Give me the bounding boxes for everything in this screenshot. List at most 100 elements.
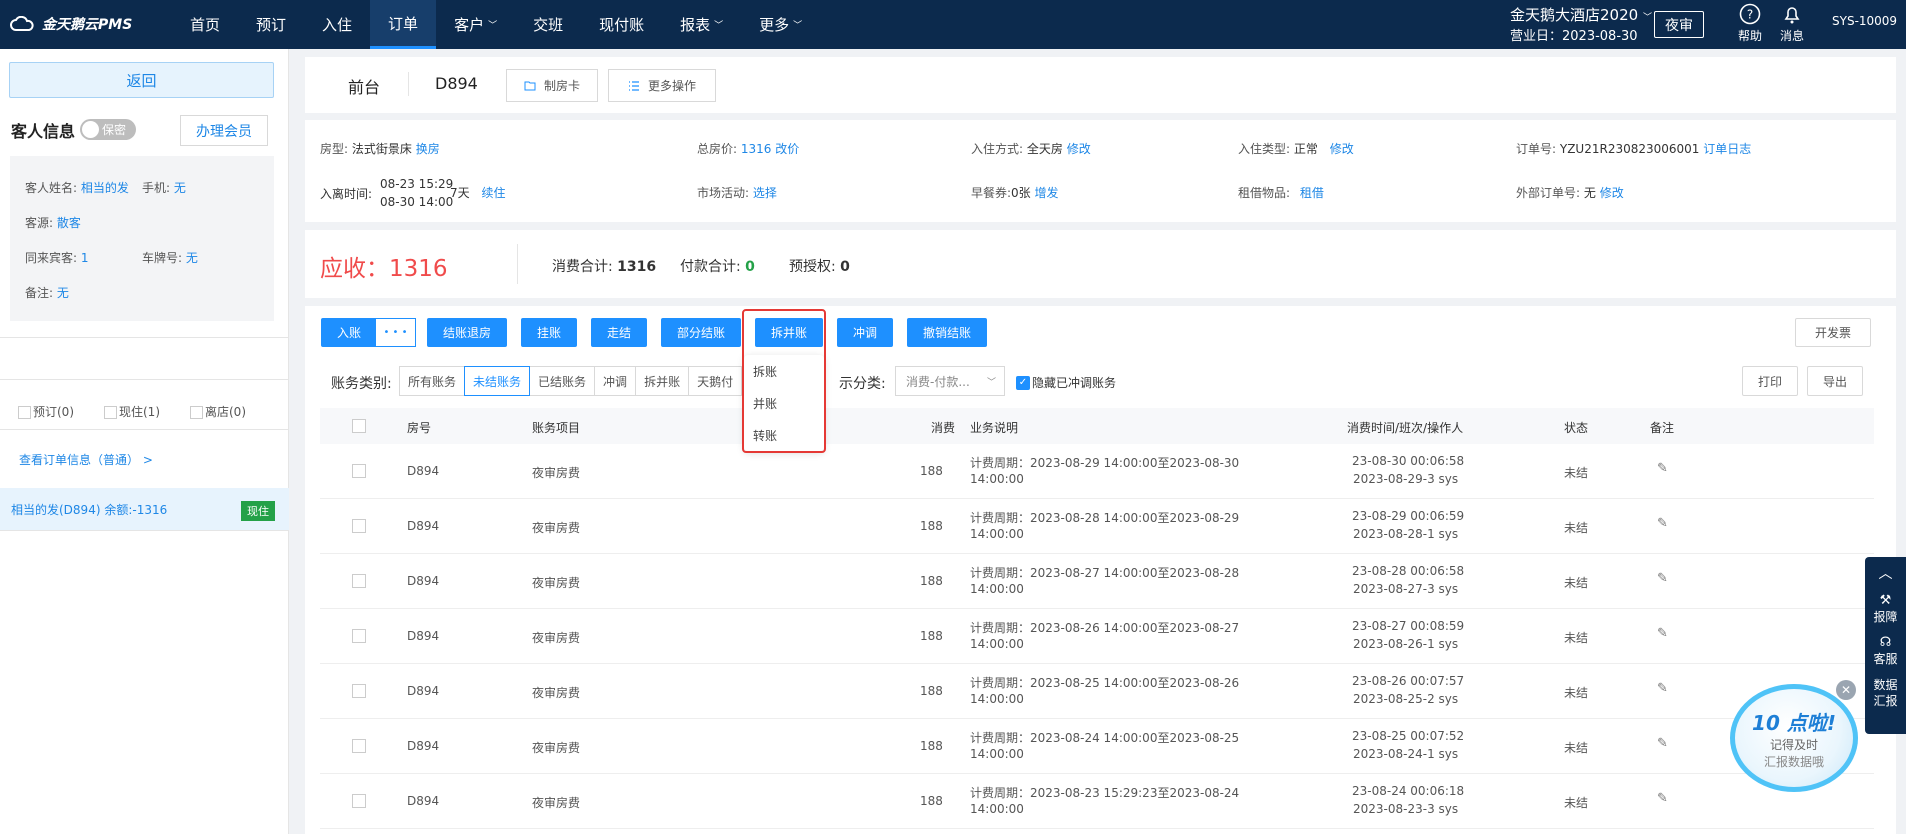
- change-price-link[interactable]: 改价: [775, 142, 799, 156]
- row-checkbox[interactable]: [352, 739, 366, 753]
- market-select-link[interactable]: 选择: [753, 186, 777, 200]
- nav-item[interactable]: 更多 ﹀: [741, 0, 820, 49]
- row-checkbox[interactable]: [352, 794, 366, 808]
- phone-value[interactable]: 无: [174, 181, 186, 195]
- edit-icon[interactable]: ✎: [1657, 681, 1668, 696]
- nav-item[interactable]: 客户 ﹀: [436, 0, 515, 49]
- checkbox-checked-icon[interactable]: ✓: [1016, 375, 1030, 390]
- row-checkbox[interactable]: [352, 519, 366, 533]
- filter-departed[interactable]: 离店(0): [190, 403, 246, 420]
- source-value[interactable]: 散客: [57, 216, 81, 230]
- category-tab[interactable]: 已结账务: [529, 366, 596, 396]
- invoice-button[interactable]: 开发票: [1795, 318, 1871, 347]
- table-row[interactable]: D894 夜审房费 188 计费周期：2023-08-23 15:29:23至2023…: [320, 774, 1874, 829]
- edit-icon[interactable]: ✎: [1657, 736, 1668, 751]
- category-tab[interactable]: 冲调: [594, 366, 637, 396]
- category-tab[interactable]: 所有账务: [399, 366, 466, 396]
- partial-checkout-button[interactable]: 部分结账: [661, 318, 741, 347]
- nav-item[interactable]: 报表 ﹀: [662, 0, 741, 49]
- nav-item[interactable]: 入住: [304, 0, 370, 49]
- split-merge-button[interactable]: 拆并账: [755, 318, 823, 347]
- breakfast-add-link[interactable]: 增发: [1035, 186, 1059, 200]
- data-report-button[interactable]: 数据 汇报: [1873, 677, 1897, 709]
- guest-name[interactable]: 相当的发: [81, 181, 129, 195]
- cancel-checkout-button[interactable]: 撤销结账: [907, 318, 987, 347]
- companions-value[interactable]: 1: [81, 251, 89, 265]
- row-checkbox[interactable]: [352, 629, 366, 643]
- category-tab[interactable]: 未结账务: [464, 366, 531, 396]
- more-ops-button[interactable]: 更多操作: [608, 69, 716, 102]
- hide-reversed-option[interactable]: ✓ 隐藏已冲调账务: [1016, 374, 1116, 391]
- table-row[interactable]: D894 夜审房费 188 计费周期：2023-08-25 14:00:00至2023…: [320, 664, 1874, 719]
- checkbox[interactable]: [104, 406, 117, 419]
- table-row[interactable]: D894 夜审房费 188 计费周期：2023-08-29 14:00:00至2023…: [320, 444, 1874, 499]
- hotel-selector[interactable]: 金天鹅大酒店2020 ﹀: [1510, 4, 1652, 25]
- report-button[interactable]: ⚒ 报障: [1873, 593, 1897, 625]
- nav-item[interactable]: 预订: [238, 0, 304, 49]
- secret-toggle[interactable]: 保密: [80, 119, 136, 140]
- leave-button[interactable]: 走结: [591, 318, 647, 347]
- table-row[interactable]: D894 夜审房费 188 计费周期：2023-08-28 14:00:00至2023…: [320, 499, 1874, 554]
- night-audit-button[interactable]: 夜审: [1654, 11, 1704, 38]
- rental-link[interactable]: 租借: [1300, 186, 1324, 200]
- app-logo[interactable]: 金天鹅云PMS: [10, 12, 132, 36]
- menu-item-transfer[interactable]: 转账: [744, 419, 824, 451]
- service-button[interactable]: ☊ 客服: [1873, 635, 1897, 667]
- view-order-link[interactable]: 查看订单信息（普通） >: [19, 451, 153, 468]
- edit-icon[interactable]: ✎: [1657, 626, 1668, 641]
- member-button[interactable]: 办理会员: [180, 115, 268, 146]
- folder-icon: [524, 81, 536, 90]
- table-row[interactable]: D894 夜审房费 188 计费周期：2023-08-24 14:00:00至2023…: [320, 719, 1874, 774]
- category-tab[interactable]: 天鹅付: [688, 366, 743, 396]
- category-tab[interactable]: 拆并账: [635, 366, 690, 396]
- modify-type-link[interactable]: 修改: [1330, 142, 1354, 156]
- help-button[interactable]: ? 帮助: [1738, 3, 1762, 44]
- order-log-link[interactable]: 订单日志: [1703, 142, 1751, 156]
- make-card-button[interactable]: 制房卡: [506, 69, 598, 102]
- nav-item[interactable]: 首页: [172, 0, 238, 49]
- change-room-link[interactable]: 换房: [416, 142, 440, 156]
- export-button[interactable]: 导出: [1807, 366, 1863, 396]
- cell-amount: 188: [920, 519, 943, 533]
- edit-icon[interactable]: ✎: [1657, 571, 1668, 586]
- display-select[interactable]: 消费-付款... ﹀: [895, 366, 1005, 396]
- nav-item[interactable]: 订单: [370, 0, 437, 49]
- edit-icon[interactable]: ✎: [1657, 516, 1668, 531]
- promo-bubble[interactable]: 10 点啦! 记得及时 汇报数据哦: [1730, 684, 1858, 792]
- filter-label: 离店(0): [205, 405, 246, 419]
- post-button[interactable]: 入账: [321, 318, 377, 347]
- nav-item[interactable]: 交班: [515, 0, 581, 49]
- modify-mode-link[interactable]: 修改: [1067, 142, 1091, 156]
- post-more-button[interactable]: • • •: [375, 318, 416, 347]
- checkout-button[interactable]: 结账退房: [427, 318, 507, 347]
- collapse-up-icon[interactable]: ︿: [1879, 563, 1893, 583]
- edit-icon[interactable]: ✎: [1657, 461, 1668, 476]
- messages-button[interactable]: 消息: [1780, 3, 1804, 44]
- menu-item-merge[interactable]: 并账: [744, 387, 824, 419]
- close-icon[interactable]: ✕: [1836, 680, 1856, 700]
- user-menu[interactable]: SYS-10009: [1832, 14, 1897, 28]
- edit-icon[interactable]: ✎: [1657, 791, 1668, 806]
- guest-list-item[interactable]: 相当的发(D894) 余额:-1316 现住: [0, 488, 289, 530]
- reverse-button[interactable]: 冲调: [837, 318, 893, 347]
- ext-modify-link[interactable]: 修改: [1600, 186, 1624, 200]
- table-row[interactable]: D894 夜审房费 188 计费周期：2023-08-27 14:00:00至2023…: [320, 554, 1874, 609]
- select-all-checkbox[interactable]: [352, 419, 366, 433]
- table-row[interactable]: D894 夜审房费 188 计费周期：2023-08-26 14:00:00至2023…: [320, 609, 1874, 664]
- print-button[interactable]: 打印: [1742, 366, 1798, 396]
- checkbox[interactable]: [190, 406, 203, 419]
- source-row: 客源: 散客: [25, 214, 81, 231]
- checkbox[interactable]: [18, 406, 31, 419]
- nav-item[interactable]: 现付账: [581, 0, 662, 49]
- extend-link[interactable]: 续住: [481, 186, 505, 200]
- row-checkbox[interactable]: [352, 684, 366, 698]
- filter-reserved[interactable]: 预订(0): [18, 403, 74, 420]
- hang-button[interactable]: 挂账: [521, 318, 577, 347]
- menu-item-split[interactable]: 拆账: [744, 355, 824, 387]
- back-button[interactable]: 返回: [9, 62, 274, 98]
- remark-value[interactable]: 无: [57, 286, 69, 300]
- row-checkbox[interactable]: [352, 464, 366, 478]
- filter-staying[interactable]: 现住(1): [104, 403, 160, 420]
- row-checkbox[interactable]: [352, 574, 366, 588]
- plate-value[interactable]: 无: [186, 251, 198, 265]
